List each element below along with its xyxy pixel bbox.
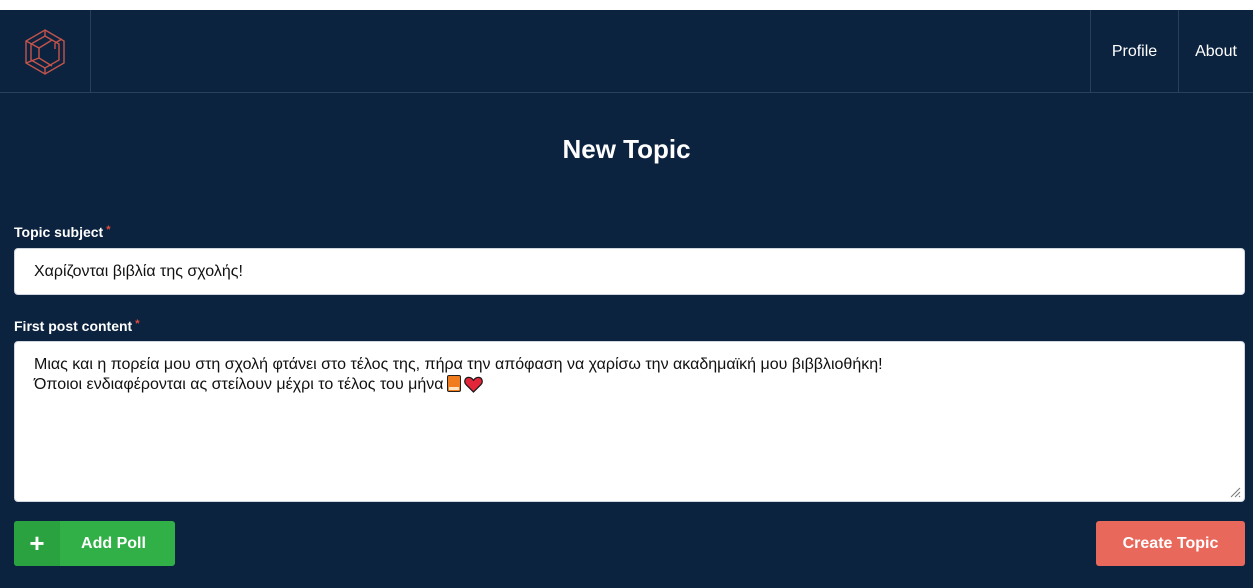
add-poll-button[interactable]: + Add Poll [14, 521, 175, 566]
first-post-content-textarea[interactable]: Μιας και η πορεία μου στη σχολή φτάνει σ… [14, 341, 1245, 502]
nav-profile-link[interactable]: Profile [1090, 10, 1178, 93]
plus-icon: + [14, 521, 60, 566]
add-poll-label: Add Poll [81, 534, 146, 552]
book-emoji-icon [446, 375, 461, 392]
topic-subject-input[interactable] [14, 248, 1245, 295]
content-line: Μιας και η πορεία μου στη σχολή φτάνει σ… [34, 356, 883, 373]
hexagon-c-logo-icon [25, 28, 65, 75]
topic-subject-label: Topic subject * [14, 224, 110, 240]
topic-subject-label-text: Topic subject [14, 224, 104, 240]
resize-grip-icon[interactable] [1229, 486, 1241, 498]
app-shell: Profile About New Topic Topic subject* F… [0, 10, 1253, 588]
required-marker: * [135, 318, 140, 330]
required-marker: * [106, 224, 111, 236]
content-line-with-emojis: Όποιοι ενδιαφέρονται ας στείλουν μέχρι τ… [34, 375, 1225, 395]
first-post-content-label: First post content * [14, 318, 140, 334]
page-title: New Topic [562, 134, 691, 164]
create-topic-button[interactable]: Create Topic [1096, 521, 1245, 566]
first-post-content-label-text: First post content [14, 318, 133, 334]
heart-emoji-icon [463, 376, 483, 393]
nav-about-link[interactable]: About [1178, 10, 1253, 93]
top-navbar: Profile About [0, 10, 1253, 93]
logo-link[interactable] [0, 10, 91, 93]
content-line-text: Όποιοι ενδιαφέρονται ας στείλουν μέχρι τ… [34, 376, 444, 393]
